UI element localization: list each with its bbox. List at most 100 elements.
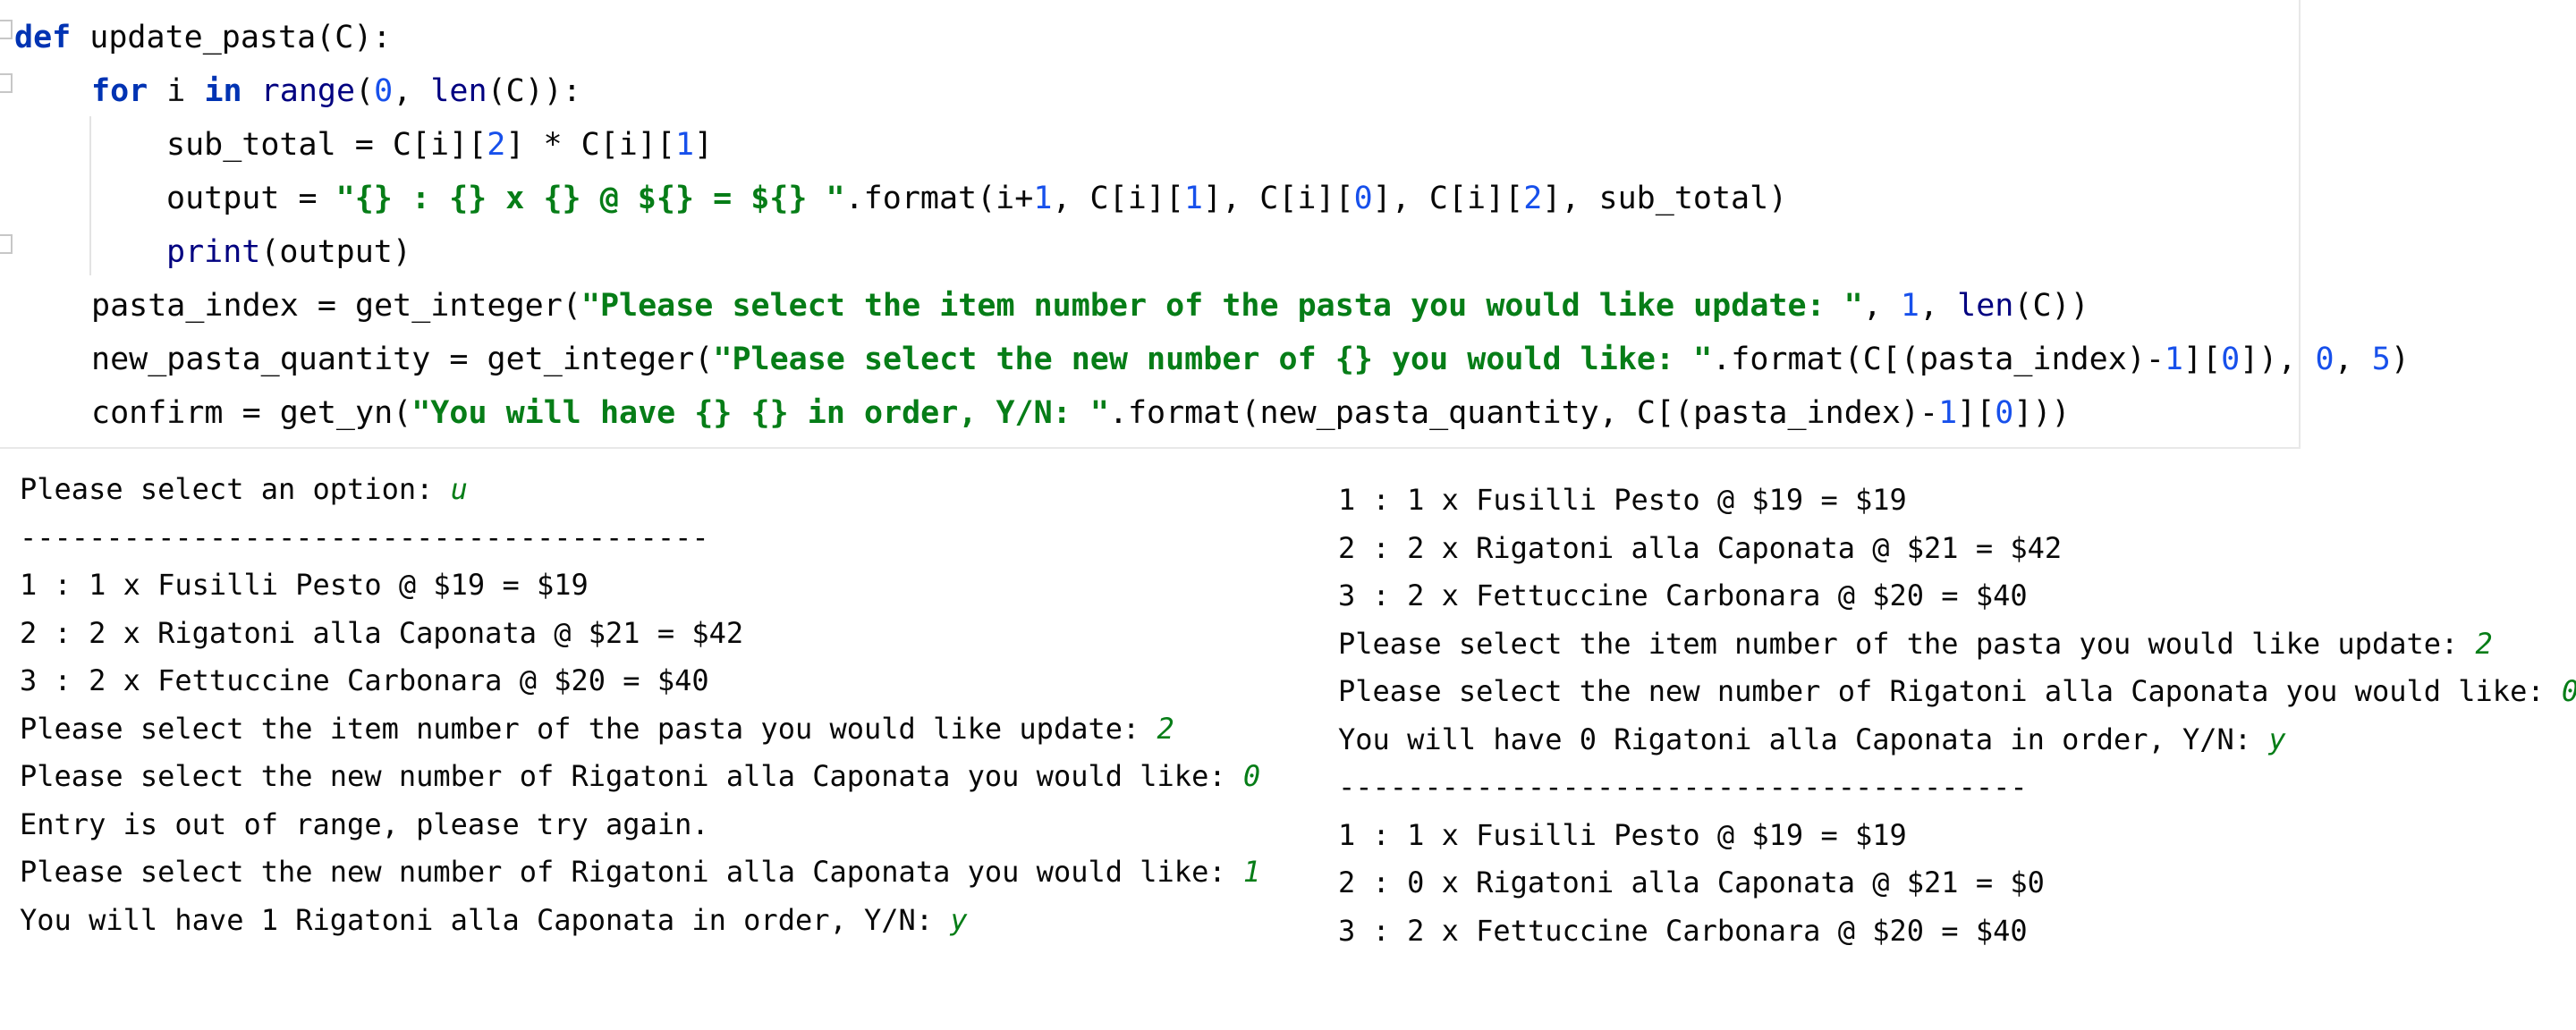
code-token-num: 0 [1995,395,2014,431]
console-text: Please select the new number of Rigatoni… [20,855,1243,889]
code-token: , [1919,288,1958,324]
console-line: Please select the item number of the pas… [1338,620,2493,668]
console-text: 3 : 2 x Fettuccine Carbonara @ $20 = $40 [1338,913,2028,948]
console-text: You will have 1 Rigatoni alla Caponata i… [20,902,951,937]
code-token: ]), [2240,342,2316,377]
code-token: .format(C[(pasta_index)- [1712,342,2165,377]
code-token-str: "Please select the item number of the pa… [580,288,1863,324]
fold-marker-icon[interactable] [0,73,13,93]
console-line: Please select the new number of Rigatoni… [20,848,1260,896]
console-text: 1 : 1 x Fusilli Pesto @ $19 = $19 [1338,483,1907,517]
console-text: Please select an option: [20,472,451,506]
console-line: 3 : 2 x Fettuccine Carbonara @ $20 = $40 [20,656,709,705]
console-user-input: y [2268,722,2286,756]
code-token-num: 1 [674,127,695,163]
console-user-input: 0 [1242,759,1261,793]
console-user-input: 0 [2562,674,2576,708]
console-text: ---------------------------------------- [20,519,709,554]
console-text: 1 : 1 x Fusilli Pesto @ $19 = $19 [1338,817,1907,852]
code-token-kw: for [91,73,148,109]
code-token: confirm = get_yn( [91,395,412,431]
console-line: 2 : 0 x Rigatoni alla Caponata @ $21 = $… [1338,858,2045,907]
console-line: 3 : 2 x Fettuccine Carbonara @ $20 = $40 [1338,571,2028,620]
code-token: update_pasta(C): [71,20,392,55]
console-user-input: 2 [1157,711,1174,746]
code-token-str: "{} : {} x {} @ ${} = ${} " [335,181,845,216]
code-token: , C[i][ [1052,181,1184,216]
code-token: i [148,73,205,109]
code-token: sub_total = C[i][ [166,127,487,163]
code-token: ] * C[i][ [505,127,675,163]
console-line: You will have 1 Rigatoni alla Caponata i… [20,896,968,944]
code-token-kw: in [204,73,242,109]
code-line[interactable]: confirm = get_yn("You will have {} {} in… [91,386,2071,440]
fold-marker-icon[interactable] [0,234,13,254]
code-token-str: "You will have {} {} in order, Y/N: " [411,395,1109,431]
console-text: Please select the item number of the pas… [1338,626,2476,661]
console-text: Please select the new number of Rigatoni… [1338,674,2562,708]
console-text: 1 : 1 x Fusilli Pesto @ $19 = $19 [20,568,589,602]
console-text: Please select the new number of Rigatoni… [20,759,1243,793]
code-token-num: 0 [2315,342,2334,377]
code-token-bi: print [166,234,261,270]
code-editor[interactable]: def update_pasta(C): for i in range(0, le… [0,0,2410,449]
code-token: , [1862,288,1901,324]
code-token: (C)) [2013,288,2089,324]
code-token-bi: len [1957,288,2014,324]
console-user-input: u [450,472,468,506]
code-token: ][ [2183,342,2222,377]
code-token-num: 1 [1033,181,1053,216]
code-token: .format(new_pasta_quantity, C[(pasta_ind… [1108,395,1939,431]
indent-guide [89,116,91,275]
code-line[interactable]: sub_total = C[i][2] * C[i][1] [166,118,713,172]
code-line[interactable]: pasta_index = get_integer("Please select… [91,279,2089,333]
code-token: ], C[i][ [1372,181,1524,216]
code-token-num: 1 [1183,181,1203,216]
console-text: 2 : 0 x Rigatoni alla Caponata @ $21 = $… [1338,865,2045,899]
code-token: (C)): [487,73,581,109]
console-text: You will have 0 Rigatoni alla Caponata i… [1338,722,2269,756]
code-token: (output) [260,234,411,270]
code-line[interactable]: def update_pasta(C): [14,11,391,64]
console-line: ---------------------------------------- [20,513,709,561]
code-token-num: 2 [1523,181,1543,216]
code-token-num: 1 [1938,395,1958,431]
code-token: ) [2390,342,2410,377]
console-text: 2 : 2 x Rigatoni alla Caponata @ $21 = $… [20,615,744,650]
code-token: ])) [2013,395,2071,431]
code-token: ( [355,73,375,109]
console-user-input: 2 [2475,626,2493,661]
console-line: Entry is out of range, please try again. [20,800,709,848]
code-token: ], C[i][ [1203,181,1354,216]
console-line: 1 : 1 x Fusilli Pesto @ $19 = $19 [1338,811,1907,859]
code-token: .format(i+ [844,181,1034,216]
console-text: Please select the item number of the pas… [20,711,1157,746]
code-line[interactable]: output = "{} : {} x {} @ ${} = ${} ".for… [166,172,1787,225]
code-token-str: "Please select the new number of {} you … [713,342,1713,377]
code-token-num: 0 [2221,342,2241,377]
console-text: 2 : 2 x Rigatoni alla Caponata @ $21 = $… [1338,530,2063,565]
console-line: Please select the new number of Rigatoni… [20,752,1260,800]
code-token: ], sub_total) [1542,181,1788,216]
console-text: 3 : 2 x Fettuccine Carbonara @ $20 = $40 [20,663,709,697]
code-token-num: 0 [374,73,394,109]
code-token: pasta_index = get_integer( [91,288,581,324]
code-token-num: 1 [1900,288,1919,324]
code-token-num: 0 [1353,181,1373,216]
console-line: 1 : 1 x Fusilli Pesto @ $19 = $19 [20,561,589,609]
fold-marker-icon[interactable] [0,20,13,39]
console-user-input: 1 [1242,855,1261,889]
console-line: Please select the item number of the pas… [20,705,1174,753]
code-token-kw: def [14,20,72,55]
code-token-num: 1 [2164,342,2183,377]
console-output-left: Please select an option: u --------------… [20,465,1308,1001]
code-line[interactable]: print(output) [166,225,411,279]
code-line[interactable]: for i in range(0, len(C)): [91,64,581,118]
code-token-bi: len [430,73,487,109]
console-text: Entry is out of range, please try again. [20,806,709,841]
console-line: Please select an option: u [20,465,468,513]
code-token: ][ [1957,395,1996,431]
code-line[interactable]: new_pasta_quantity = get_integer("Please… [91,333,2410,386]
code-token: output = [166,181,336,216]
console-line: 2 : 2 x Rigatoni alla Caponata @ $21 = $… [20,609,743,657]
